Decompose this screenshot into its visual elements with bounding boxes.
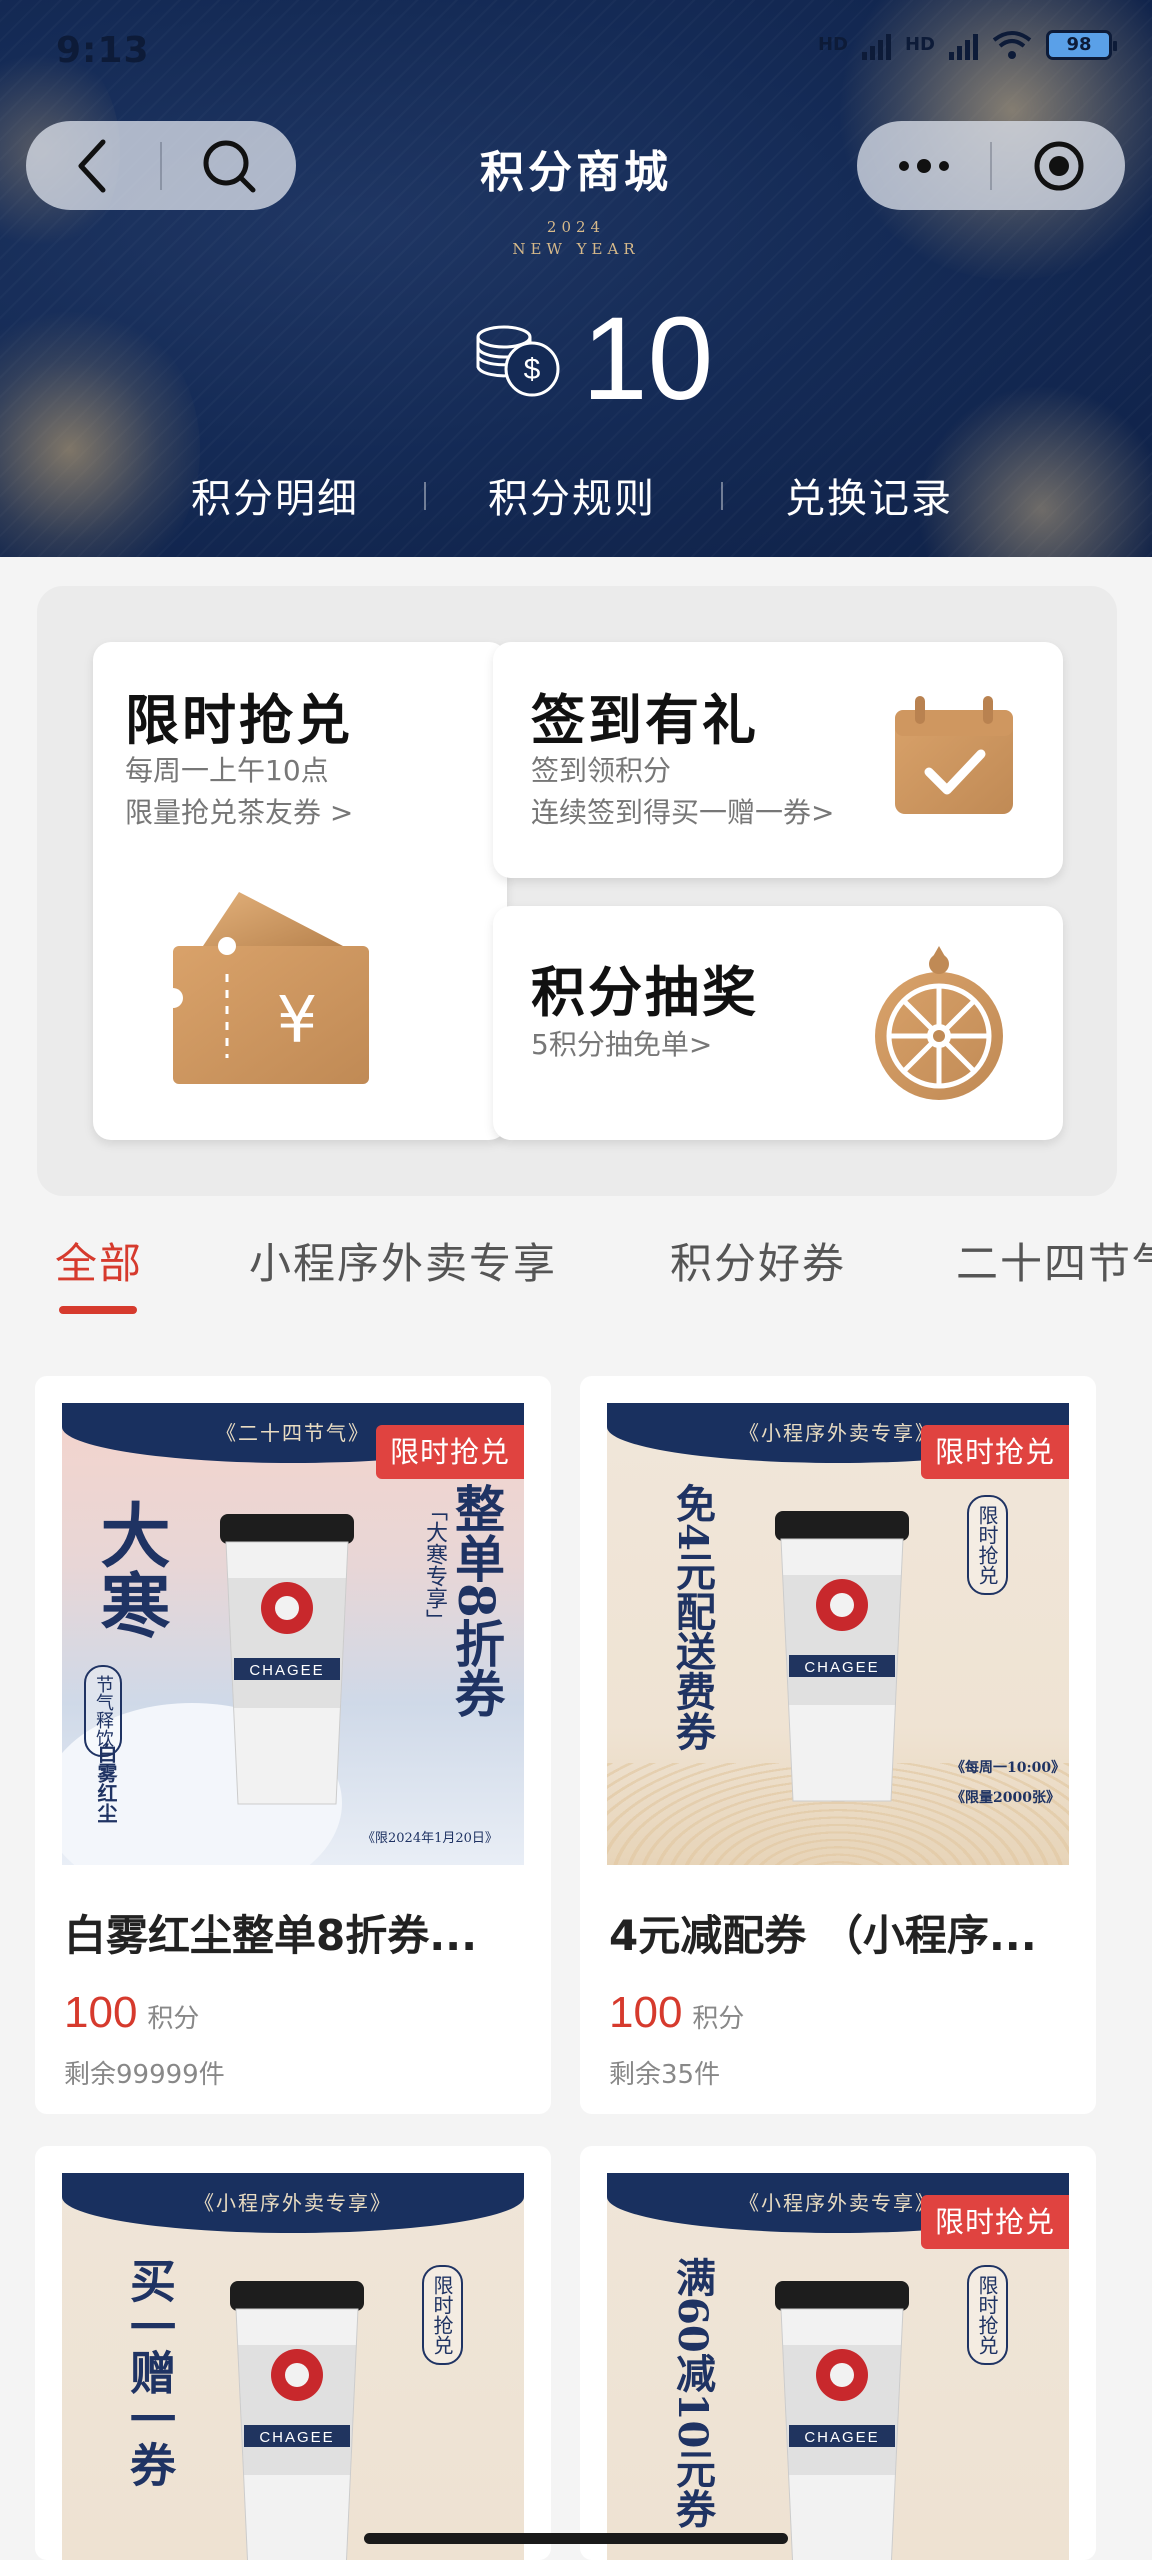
image-note: 《每周一10:00》 bbox=[951, 1760, 1066, 1776]
image-note: 《限量2000张》 bbox=[951, 1790, 1060, 1806]
product-card[interactable]: 《小程序外卖专享》 免4元配送费券 限时抢兑 《每周一10:00》 《限量200… bbox=[580, 1376, 1096, 2114]
wifi-icon bbox=[992, 31, 1032, 59]
image-tag: 「大寒专享」 bbox=[422, 1499, 447, 1631]
svg-text:CHAGEE: CHAGEE bbox=[249, 1662, 324, 1679]
more-button[interactable] bbox=[857, 121, 990, 210]
tea-cup-image: CHAGEE bbox=[775, 2281, 909, 2560]
coin-icon: $ bbox=[476, 325, 560, 397]
feature-panel: 限时抢兑 每周一上午10点 限量抢兑茶友券 > ¥ 签到有礼 签到领积分 连续签… bbox=[37, 586, 1117, 1196]
wheel-icon bbox=[875, 946, 1003, 1100]
product-image: 《小程序外卖专享》 买一赠一券 限时抢兑 CHAGEE bbox=[62, 2173, 524, 2560]
tab-solar-terms[interactable]: 二十四节气 bbox=[956, 1230, 1152, 1291]
more-icon bbox=[898, 158, 949, 173]
lottery-line1: 5积分抽免单> bbox=[531, 1028, 713, 1061]
checkin-title: 签到有礼 bbox=[531, 689, 759, 752]
price-unit: 积分 bbox=[692, 2004, 745, 2034]
svg-text:CHAGEE: CHAGEE bbox=[804, 1659, 879, 1676]
active-tab-indicator bbox=[59, 1306, 137, 1314]
image-stamp: 限时抢兑 bbox=[422, 2265, 463, 2365]
product-name: 4元减配券 （小程序... bbox=[609, 1911, 1037, 1960]
tea-cup-image: CHAGEE bbox=[220, 1514, 354, 1805]
image-note: 《限2024年1月20日》 bbox=[362, 1831, 498, 1846]
header: 9:13 HD HD 98 积分商城 2024 NEW YEAR $ 10 积分… bbox=[0, 0, 1152, 557]
signal-icon bbox=[861, 30, 891, 60]
tea-cup-image: CHAGEE bbox=[230, 2281, 364, 2560]
image-headline: 整单8折券 bbox=[447, 1483, 506, 1718]
network-label: HD bbox=[817, 34, 848, 55]
year-text: NEW YEAR bbox=[512, 240, 640, 258]
product-name: 白雾红尘整单8折券... bbox=[64, 1911, 478, 1960]
checkin-line1: 签到领积分 bbox=[531, 754, 672, 787]
flash-redeem-card[interactable]: 限时抢兑 每周一上午10点 限量抢兑茶友券 > ¥ bbox=[93, 642, 507, 1140]
redeem-history-link[interactable]: 兑换记录 bbox=[785, 466, 953, 524]
product-image: 《小程序外卖专享》 免4元配送费券 限时抢兑 《每周一10:00》 《限量200… bbox=[607, 1403, 1069, 1865]
battery-icon: 98 bbox=[1046, 30, 1117, 60]
lottery-title: 积分抽奖 bbox=[531, 961, 759, 1024]
checkin-card[interactable]: 签到有礼 签到领积分 连续签到得买一赠一券> bbox=[493, 642, 1063, 878]
points-nav: 积分明细 积分规则 兑换记录 bbox=[0, 466, 1152, 526]
product-image: 《二十四节气》 大寒 节气释饮 白雾红尘 「大寒专享」 整单8折券 《限2024… bbox=[62, 1403, 524, 1865]
product-card[interactable]: 《小程序外卖专享》 满60减10元券 限时抢兑 CHAGEE 限时抢兑 bbox=[580, 2146, 1096, 2560]
tab-miniapp-delivery[interactable]: 小程序外卖专享 bbox=[249, 1230, 557, 1291]
points-rules-link[interactable]: 积分规则 bbox=[488, 466, 656, 524]
status-time: 9:13 bbox=[56, 30, 150, 71]
image-stamp: 限时抢兑 bbox=[967, 2265, 1008, 2365]
product-price: 100 积分 bbox=[64, 1988, 199, 2038]
product-image: 《小程序外卖专享》 满60减10元券 限时抢兑 CHAGEE 限时抢兑 bbox=[607, 2173, 1069, 2560]
year-mark: 2024 NEW YEAR bbox=[0, 216, 1152, 260]
flash-badge: 限时抢兑 bbox=[921, 2195, 1069, 2249]
price-value: 100 bbox=[609, 1988, 683, 2037]
product-price: 100 积分 bbox=[609, 1988, 744, 2038]
points-detail-link[interactable]: 积分明细 bbox=[191, 466, 359, 524]
points-balance: $ 10 bbox=[470, 300, 713, 418]
calendar-icon bbox=[895, 696, 1013, 814]
product-card[interactable]: 《小程序外卖专享》 买一赠一券 限时抢兑 CHAGEE bbox=[35, 2146, 551, 2560]
image-headline: 买一赠一券 bbox=[123, 2257, 177, 2487]
image-caption: 《小程序外卖专享》 bbox=[194, 2191, 392, 2215]
svg-text:¥: ¥ bbox=[277, 984, 318, 1058]
tab-points-coupons[interactable]: 积分好券 bbox=[670, 1230, 846, 1291]
lottery-card[interactable]: 积分抽奖 5积分抽免单> bbox=[493, 906, 1063, 1140]
flash-badge: 限时抢兑 bbox=[376, 1425, 524, 1479]
flash-redeem-title: 限时抢兑 bbox=[125, 689, 353, 752]
price-unit: 积分 bbox=[147, 2004, 200, 2034]
tea-cup-image: CHAGEE bbox=[775, 1511, 909, 1802]
status-icons: HD HD 98 bbox=[817, 30, 1117, 60]
close-miniapp-button[interactable] bbox=[992, 121, 1125, 210]
svg-text:CHAGEE: CHAGEE bbox=[259, 2429, 334, 2446]
image-stamp: 限时抢兑 bbox=[967, 1495, 1008, 1595]
product-stock: 剩余99999件 bbox=[64, 2060, 225, 2090]
network-label: HD bbox=[904, 34, 935, 55]
product-stock: 剩余35件 bbox=[609, 2060, 721, 2090]
category-tabs: 全部 小程序外卖专享 积分好券 二十四节气 bbox=[0, 1220, 1152, 1320]
flash-redeem-line2: 限量抢兑茶友券 > bbox=[125, 796, 354, 829]
checkin-line2: 连续签到得买一赠一券> bbox=[531, 796, 835, 829]
product-card[interactable]: 《二十四节气》 大寒 节气释饮 白雾红尘 「大寒专享」 整单8折券 《限2024… bbox=[35, 1376, 551, 2114]
menu-capsule bbox=[857, 121, 1125, 210]
price-value: 100 bbox=[64, 1988, 138, 2037]
signal-icon bbox=[949, 30, 978, 60]
tab-all[interactable]: 全部 bbox=[55, 1230, 143, 1291]
target-icon bbox=[1034, 141, 1083, 190]
svg-text:CHAGEE: CHAGEE bbox=[804, 2429, 879, 2446]
flash-badge: 限时抢兑 bbox=[921, 1425, 1069, 1479]
ticket-icon: ¥ bbox=[163, 892, 369, 1084]
image-big-text: 大寒 bbox=[89, 1499, 172, 1639]
home-indicator bbox=[364, 2533, 788, 2544]
image-headline: 满60减10元券 bbox=[669, 2257, 716, 2529]
image-small-text: 白雾红尘 bbox=[94, 1743, 118, 1823]
image-headline: 免4元配送费券 bbox=[669, 1483, 716, 1751]
nav-divider bbox=[424, 482, 426, 510]
flash-redeem-line1: 每周一上午10点 bbox=[125, 754, 329, 787]
year-number: 2024 bbox=[546, 218, 606, 236]
points-value: 10 bbox=[582, 293, 714, 425]
nav-divider bbox=[721, 482, 723, 510]
svg-text:$: $ bbox=[524, 353, 541, 386]
